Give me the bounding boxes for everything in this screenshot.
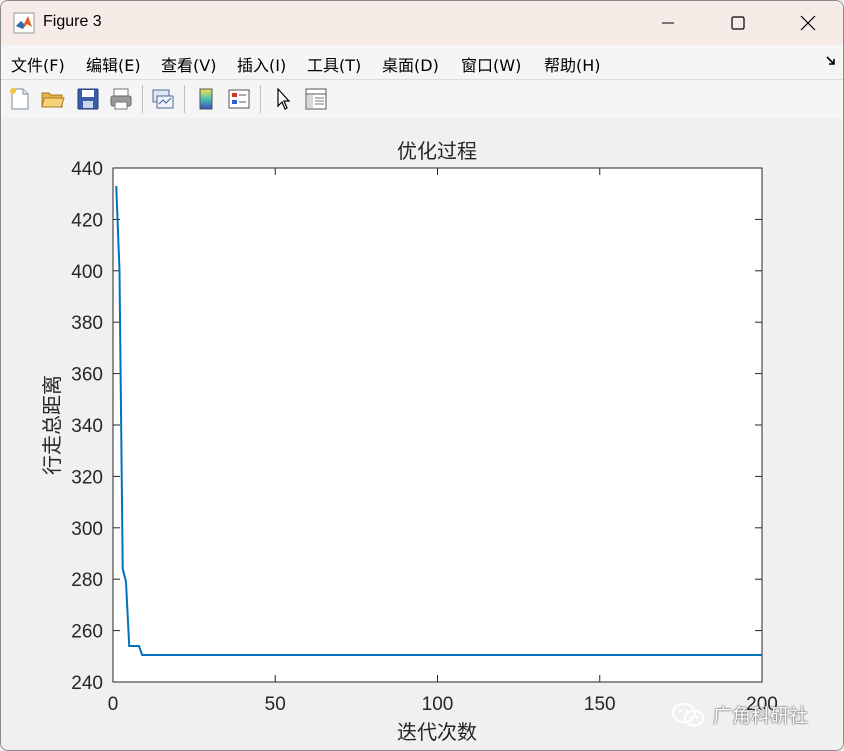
menu-view[interactable]: 查看(V) <box>161 52 216 76</box>
toolbar <box>1 79 843 119</box>
figure-canvas: 0 50 100 150 200 240 260 280 300 320 340 360 380 400… <box>1 118 843 750</box>
menu-insert[interactable]: 插入(I) <box>237 52 286 76</box>
toolbar-separator <box>142 85 143 113</box>
figure-window: Figure 3 文件(F) 编辑(E) 查看(V) 插入(I) 工具(T) 桌… <box>0 0 844 751</box>
edit-plot-icon[interactable] <box>270 86 296 112</box>
print-icon[interactable] <box>108 86 134 112</box>
y-tick-label: 360 <box>71 365 103 386</box>
save-icon[interactable] <box>75 86 101 112</box>
close-icon <box>800 15 816 31</box>
watermark-text: 广角科研社 <box>713 705 809 727</box>
menu-tools[interactable]: 工具(T) <box>307 52 361 76</box>
toolbar-separator <box>260 85 261 113</box>
x-axis-label: 迭代次数 <box>397 720 477 744</box>
maximize-icon <box>731 16 745 30</box>
y-axis-label: 行走总距离 <box>40 375 64 475</box>
minimize-button[interactable] <box>633 1 703 45</box>
window-title: Figure 3 <box>43 13 102 30</box>
y-tick-label: 380 <box>71 313 103 334</box>
axes-background <box>112 167 763 683</box>
menu-edit[interactable]: 编辑(E) <box>86 52 141 76</box>
y-tick-label: 440 <box>71 159 103 180</box>
link-plot-icon[interactable] <box>150 86 176 112</box>
watermark: 广角科研社 <box>671 701 808 728</box>
toolbar-separator <box>184 85 185 113</box>
y-tick-label: 320 <box>71 467 103 488</box>
maximize-button[interactable] <box>703 1 773 45</box>
y-tick-label: 260 <box>71 622 103 643</box>
x-tick-label: 0 <box>108 694 119 715</box>
colorbar-icon[interactable] <box>193 86 219 112</box>
title-bar[interactable]: Figure 3 <box>1 1 843 45</box>
x-tick-label: 50 <box>265 694 286 715</box>
menu-window[interactable]: 窗口(W) <box>461 52 521 76</box>
menu-bar: 文件(F) 编辑(E) 查看(V) 插入(I) 工具(T) 桌面(D) 窗口(W… <box>1 45 843 79</box>
y-tick-label: 280 <box>71 570 103 591</box>
matlab-icon <box>13 12 35 34</box>
new-figure-icon[interactable] <box>7 86 33 112</box>
property-inspector-icon[interactable] <box>303 86 329 112</box>
x-tick-label: 100 <box>422 694 454 715</box>
open-file-icon[interactable] <box>40 86 66 112</box>
x-tick-label: 150 <box>584 694 616 715</box>
menu-help[interactable]: 帮助(H) <box>544 52 601 76</box>
menu-desktop[interactable]: 桌面(D) <box>382 52 439 76</box>
y-tick-label: 300 <box>71 519 103 540</box>
wechat-icon <box>672 702 704 726</box>
minimize-icon <box>662 22 674 24</box>
y-tick-label: 240 <box>71 673 103 694</box>
y-tick-label: 400 <box>71 262 103 283</box>
plot-svg[interactable]: 0 50 100 150 200 240260280300320340360380400… <box>1 118 843 750</box>
menu-file[interactable]: 文件(F) <box>11 52 65 76</box>
close-button[interactable] <box>773 1 843 45</box>
chart-title: 优化过程 <box>397 139 477 163</box>
legend-icon[interactable] <box>226 86 252 112</box>
dock-arrow-icon[interactable] <box>825 55 837 67</box>
y-tick-label: 340 <box>71 416 103 437</box>
y-tick-label: 420 <box>71 210 103 231</box>
